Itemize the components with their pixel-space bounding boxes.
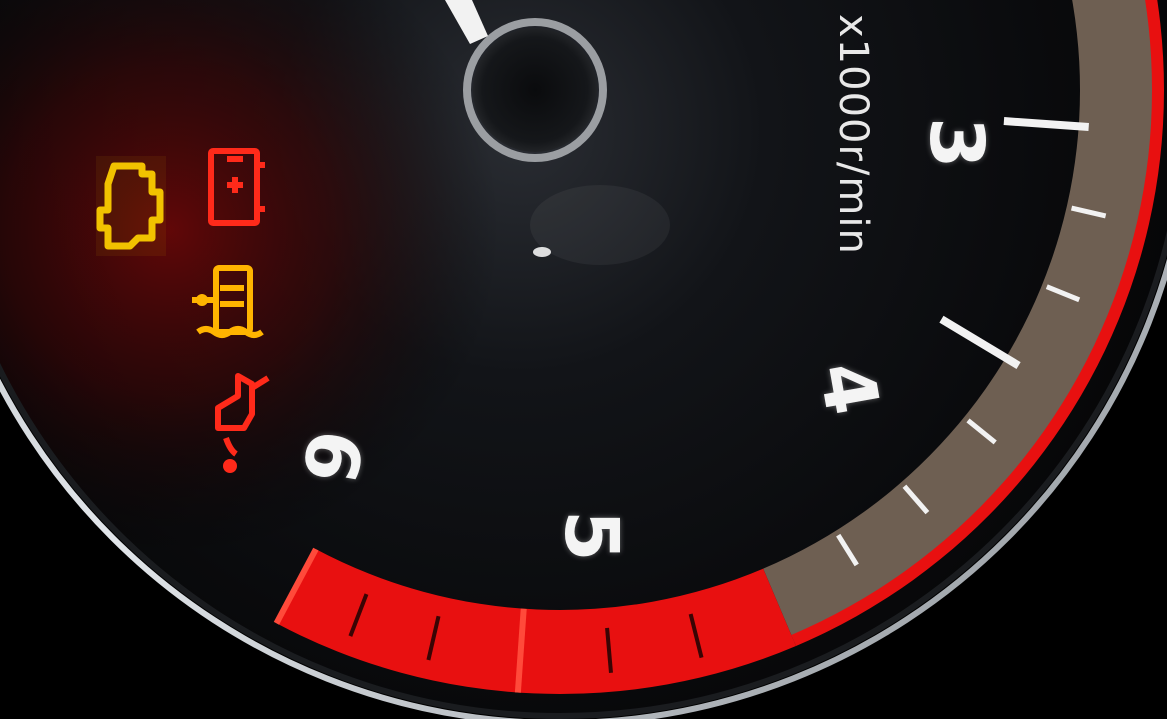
- oil-pressure-icon: [215, 373, 270, 473]
- numeral-3: 3: [913, 117, 999, 169]
- tachometer-dial: [0, 0, 1167, 719]
- coolant-temperature-icon: [192, 265, 264, 338]
- unit-label: x1000r/min: [830, 14, 876, 255]
- numeral-5: 5: [548, 510, 634, 562]
- battery-icon: [208, 148, 265, 226]
- instrument-cluster: 3 4 5 6 x1000r/min: [0, 0, 1167, 719]
- check-engine-icon: [96, 156, 166, 256]
- glare-haze: [530, 185, 670, 265]
- needle-hub: [473, 28, 597, 152]
